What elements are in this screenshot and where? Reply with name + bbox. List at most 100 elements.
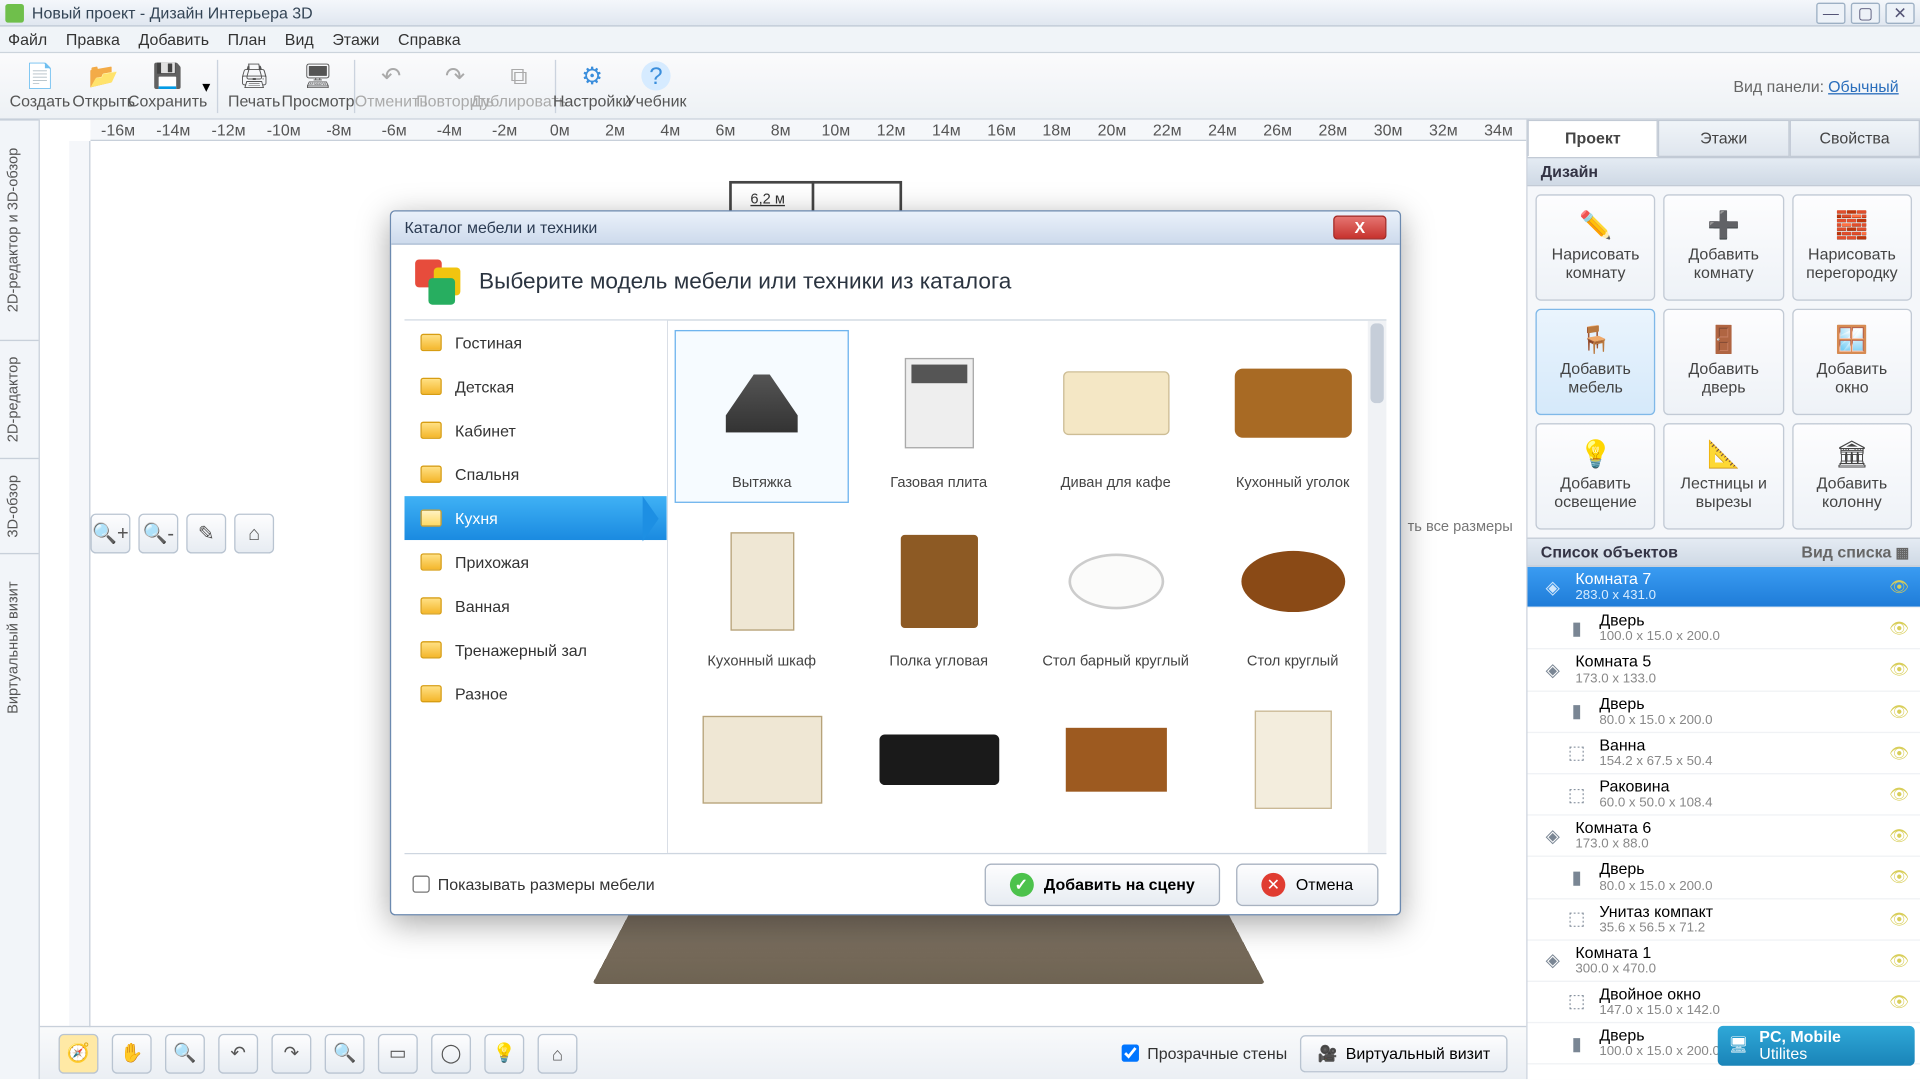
orbit-button[interactable]: 🧭 (59, 1033, 99, 1073)
fit-button[interactable]: 🔍 (325, 1033, 365, 1073)
design-btn-5[interactable]: 🪟Добавитьокно (1792, 309, 1912, 415)
category-list[interactable]: ГостинаяДетскаяКабинетСпальняКухняПрихож… (404, 321, 667, 853)
design-btn-2[interactable]: 🧱Нарисоватьперегородку (1792, 194, 1912, 300)
design-btn-0[interactable]: ✏️Нарисоватькомнату (1535, 194, 1655, 300)
show-all-sizes-hint[interactable]: ть все размеры (1408, 519, 1513, 535)
menu-help[interactable]: Справка (398, 30, 461, 49)
menu-add[interactable]: Добавить (138, 30, 209, 49)
category-item[interactable]: Кабинет (404, 409, 666, 453)
furniture-item[interactable]: Стол барный круглый (1030, 510, 1202, 680)
home-view-button[interactable]: ⌂ (234, 514, 274, 554)
save-dropdown-arrow-icon[interactable]: ▾ (200, 77, 213, 96)
design-btn-6[interactable]: 💡Добавитьосвещение (1535, 423, 1655, 529)
object-item[interactable]: ◈Комната 6173.0 x 88.0👁 (1527, 816, 1920, 857)
zoom-in-button[interactable]: 🔍+ (90, 514, 130, 554)
object-item[interactable]: ◈Комната 5173.0 x 133.0👁 (1527, 650, 1920, 691)
design-btn-4[interactable]: 🚪Добавитьдверь (1664, 309, 1784, 415)
tab-floors[interactable]: Этажи (1658, 120, 1789, 157)
vtab-virtual[interactable]: Виртуальный визит (0, 554, 39, 741)
category-item[interactable]: Разное (404, 672, 666, 716)
design-btn-1[interactable]: ➕Добавитькомнату (1664, 194, 1784, 300)
minimize-button[interactable]: — (1816, 2, 1845, 23)
object-item[interactable]: ▮Дверь100.0 x 15.0 x 200.0👁 (1527, 608, 1920, 649)
vtab-2d[interactable]: 2D-редактор (0, 339, 39, 458)
new-button[interactable]: 📄Создать (8, 55, 72, 116)
maximize-button[interactable]: ▢ (1851, 2, 1880, 23)
list-mode-toggle[interactable]: Вид списка ▦ (1801, 543, 1909, 562)
category-item[interactable]: Тренажерный зал (404, 629, 666, 673)
scrollbar-thumb[interactable] (1370, 324, 1383, 404)
furniture-item[interactable] (1030, 688, 1202, 842)
settings-button[interactable]: ⚙Настройки (560, 55, 624, 116)
furniture-item[interactable]: Вытяжка (676, 332, 848, 502)
furniture-item[interactable] (853, 688, 1025, 842)
menu-file[interactable]: Файл (8, 30, 47, 49)
tab-properties[interactable]: Свойства (1789, 120, 1920, 157)
furniture-item[interactable]: Полка угловая (853, 510, 1025, 680)
object-item[interactable]: ⬚Раковина60.0 x 50.0 x 108.4👁 (1527, 774, 1920, 815)
duplicate-button[interactable]: ⧉Дублировать (487, 55, 551, 116)
object-item[interactable]: ◈Комната 1300.0 x 470.0👁 (1527, 940, 1920, 981)
tutorial-button[interactable]: ?Учебник (624, 55, 688, 116)
furniture-item[interactable] (1207, 688, 1379, 842)
menu-view[interactable]: Вид (285, 30, 314, 49)
close-button[interactable]: ✕ (1885, 2, 1914, 23)
measure-button[interactable]: ✎ (186, 514, 226, 554)
visibility-icon[interactable]: 👁 (1889, 785, 1909, 804)
save-button[interactable]: 💾Сохранить (136, 55, 200, 116)
category-item[interactable]: Детская (404, 365, 666, 409)
transparent-walls-checkbox[interactable]: Прозрачные стены (1122, 1044, 1287, 1063)
open-button[interactable]: 📂Открыть (72, 55, 136, 116)
visibility-icon[interactable]: 👁 (1889, 868, 1909, 887)
select-lasso-button[interactable]: ◯ (431, 1033, 471, 1073)
furniture-item[interactable]: Кухонный шкаф (676, 510, 848, 680)
tab-project[interactable]: Проект (1527, 120, 1658, 157)
object-item[interactable]: ▮Дверь80.0 x 15.0 x 200.0👁 (1527, 691, 1920, 732)
home-button[interactable]: ⌂ (538, 1033, 578, 1073)
furniture-item[interactable]: Кухонный уголок (1207, 332, 1379, 502)
visibility-icon[interactable]: 👁 (1889, 578, 1909, 597)
object-item[interactable]: ▮Дверь80.0 x 15.0 x 200.0👁 (1527, 857, 1920, 898)
object-item[interactable]: ⬚Ванна154.2 x 67.5 x 50.4👁 (1527, 733, 1920, 774)
design-btn-7[interactable]: 📐Лестницы ивырезы (1664, 423, 1784, 529)
print-button[interactable]: 🖨Печать (222, 55, 286, 116)
vtab-2d3d[interactable]: 2D-редактор и 3D-обзор (0, 120, 39, 339)
visibility-icon[interactable]: 👁 (1889, 827, 1909, 846)
rot-left-button[interactable]: ↶ (218, 1033, 258, 1073)
dialog-close-button[interactable]: X (1333, 216, 1386, 240)
furniture-item[interactable] (676, 688, 848, 842)
design-btn-3[interactable]: 🪑Добавитьмебель (1535, 309, 1655, 415)
visibility-icon[interactable]: 👁 (1889, 951, 1909, 970)
menu-floors[interactable]: Этажи (332, 30, 379, 49)
rot-right-button[interactable]: ↷ (271, 1033, 311, 1073)
category-item[interactable]: Гостиная (404, 321, 666, 365)
design-btn-8[interactable]: 🏛Добавитьколонну (1792, 423, 1912, 529)
object-item[interactable]: ⬚Унитаз компакт35.6 x 56.5 x 71.2👁 (1527, 899, 1920, 940)
visibility-icon[interactable]: 👁 (1889, 661, 1909, 680)
preview-button[interactable]: 🖥Просмотр (286, 55, 350, 116)
furniture-item[interactable]: Газовая плита (853, 332, 1025, 502)
object-item[interactable]: ⬚Двойное окно147.0 x 15.0 x 142.0👁 (1527, 982, 1920, 1023)
furniture-item[interactable]: Стол круглый (1207, 510, 1379, 680)
add-to-scene-button[interactable]: ✓Добавить на сцену (984, 863, 1220, 906)
visibility-icon[interactable]: 👁 (1889, 702, 1909, 721)
gallery-scrollbar[interactable] (1368, 321, 1387, 853)
select-rect-button[interactable]: ▭ (378, 1033, 418, 1073)
vtab-3d[interactable]: 3D-обзор (0, 458, 39, 554)
cancel-button[interactable]: ✕Отмена (1236, 863, 1378, 906)
visibility-icon[interactable]: 👁 (1889, 910, 1909, 929)
zoom-button[interactable]: 🔍 (165, 1033, 205, 1073)
visibility-icon[interactable]: 👁 (1889, 619, 1909, 638)
zoom-out-button[interactable]: 🔍- (138, 514, 178, 554)
undo-button[interactable]: ↶Отменить (359, 55, 423, 116)
dialog-titlebar[interactable]: Каталог мебели и техники X (391, 212, 1400, 246)
furniture-gallery[interactable]: ВытяжкаГазовая плитаДиван для кафеКухонн… (668, 321, 1387, 853)
menu-plan[interactable]: План (228, 30, 267, 49)
panel-mode-link[interactable]: Обычный (1828, 77, 1899, 96)
visibility-icon[interactable]: 👁 (1889, 744, 1909, 763)
pan-button[interactable]: ✋ (112, 1033, 152, 1073)
category-item[interactable]: Кухня (404, 497, 666, 541)
category-item[interactable]: Ванная (404, 585, 666, 629)
furniture-item[interactable]: Диван для кафе (1030, 332, 1202, 502)
light-button[interactable]: 💡 (484, 1033, 524, 1073)
